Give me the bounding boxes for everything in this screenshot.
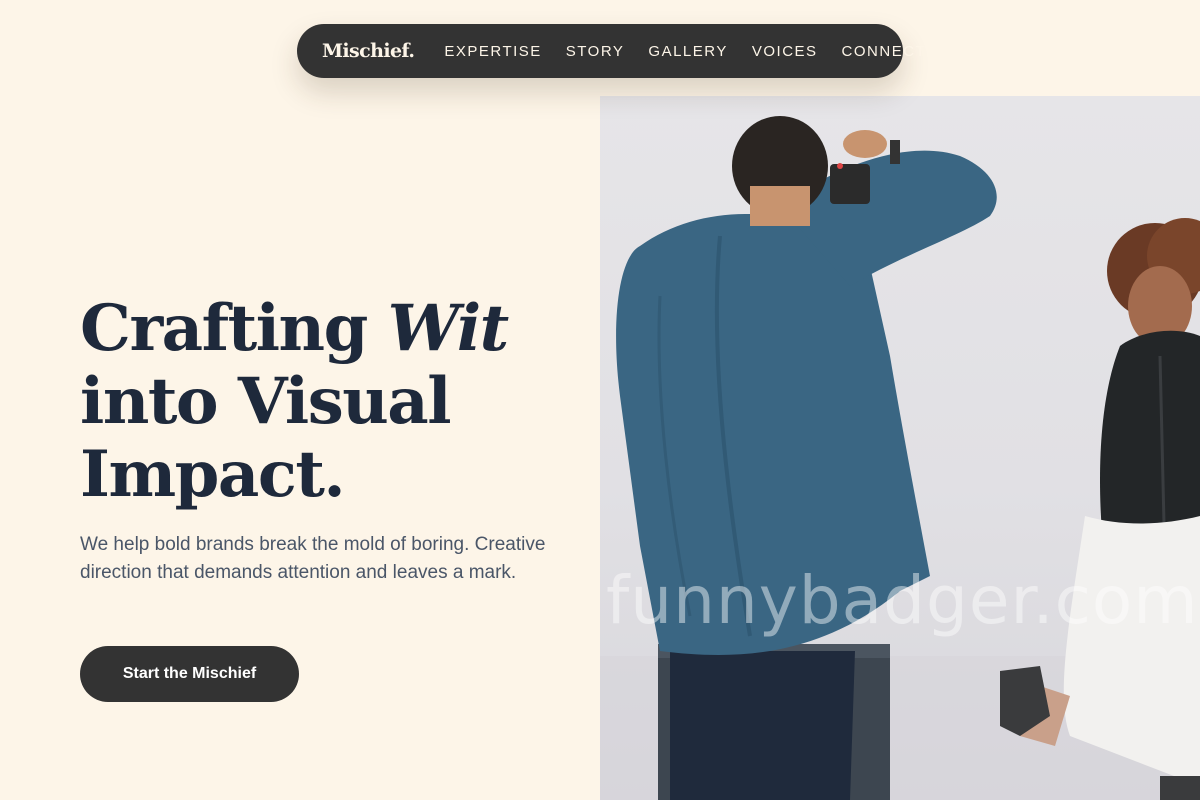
top-nav: Mischief. EXPERTISE STORY GALLERY VOICES… [297,24,925,78]
nav-link-voices[interactable]: VOICES [752,43,818,60]
hero-title: Crafting Wit into Visual Impact. [80,291,510,512]
hero-title-line2: into Visual [80,364,452,439]
nav-link-gallery[interactable]: GALLERY [648,43,727,60]
nav-link-connect[interactable]: CONNECT [842,43,927,60]
brand-logo[interactable]: Mischief. [322,40,415,62]
hero-subtitle: We help bold brands break the mold of bo… [80,534,546,583]
hero-title-line1: Crafting [80,291,388,366]
start-mischief-button[interactable]: Start the Mischief [80,646,299,702]
hero-title-emphasis: Wit [387,291,510,366]
nav-link-expertise[interactable]: EXPERTISE [444,43,541,60]
nav-links: EXPERTISE STORY GALLERY VOICES CONNECT [444,43,926,60]
nav-link-story[interactable]: STORY [566,43,625,60]
hero-photo: funnybadger.com [600,96,1200,800]
photographer-and-model-illustration [600,116,1200,800]
hero-title-line3: Impact. [80,437,346,512]
